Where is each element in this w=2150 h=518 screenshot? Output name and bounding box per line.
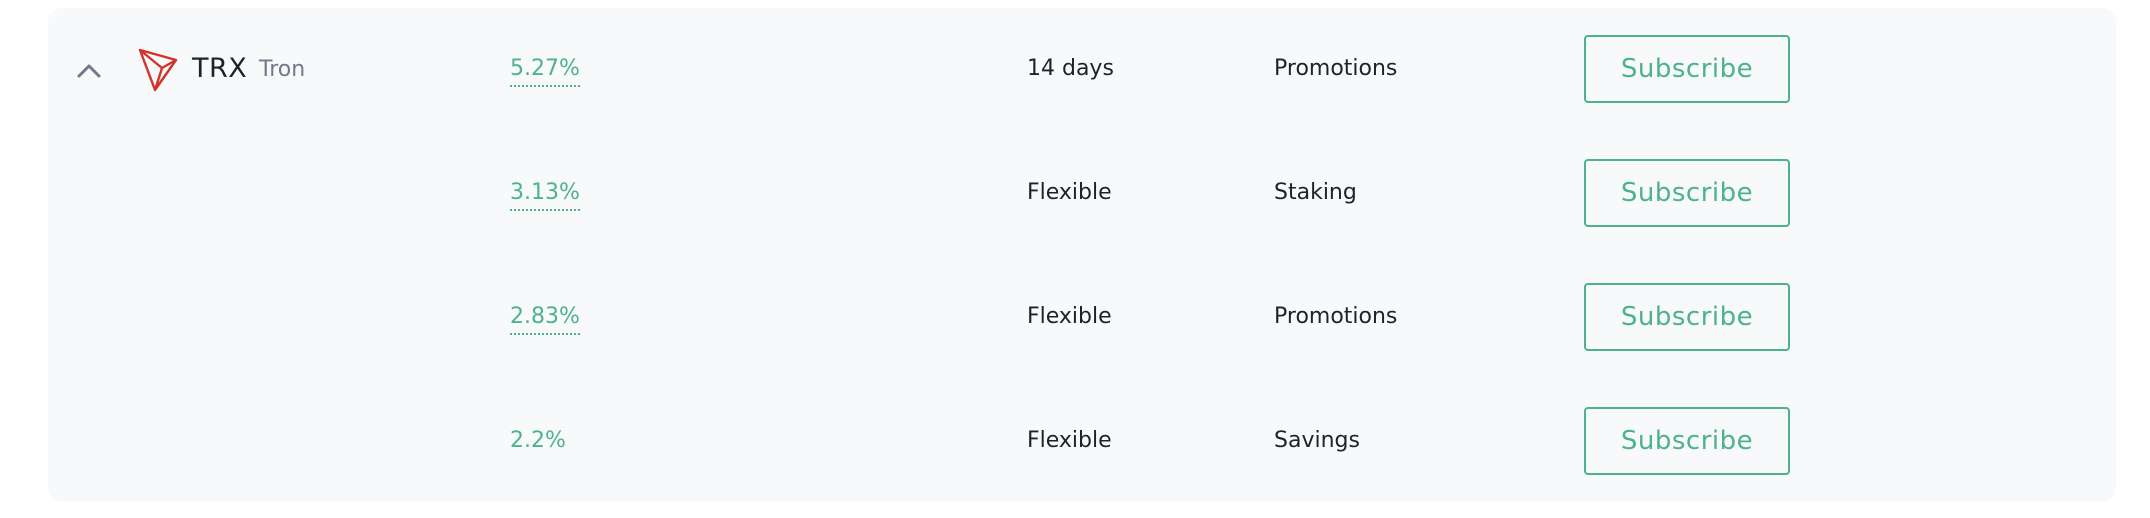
subscribe-button[interactable]: Subscribe [1584, 407, 1790, 475]
product-type: Staking [1274, 180, 1357, 205]
tron-logo-icon [138, 48, 178, 92]
duration-value: Flexible [1027, 428, 1112, 453]
product-type: Promotions [1274, 304, 1398, 329]
apy-value[interactable]: 5.27% [510, 54, 580, 87]
chevron-up-icon[interactable] [74, 60, 104, 80]
product-type: Promotions [1274, 56, 1398, 81]
product-row: 2.83% Flexible Promotions Subscribe [48, 256, 2116, 380]
product-card: TRX Tron 5.27% 14 days Promotions Subscr… [48, 8, 2116, 502]
product-row: 2.2% Flexible Savings Subscribe [48, 380, 2116, 504]
duration-value: Flexible [1027, 304, 1112, 329]
coin-symbol: TRX [192, 53, 248, 84]
subscribe-button[interactable]: Subscribe [1584, 35, 1790, 103]
product-row: TRX Tron 5.27% 14 days Promotions Subscr… [48, 8, 2116, 132]
duration-value: Flexible [1027, 180, 1112, 205]
product-row: 3.13% Flexible Staking Subscribe [48, 132, 2116, 256]
apy-value[interactable]: 2.83% [510, 302, 580, 335]
apy-value: 2.2% [510, 428, 566, 453]
subscribe-button[interactable]: Subscribe [1584, 283, 1790, 351]
subscribe-button[interactable]: Subscribe [1584, 159, 1790, 227]
duration-value: 14 days [1027, 56, 1114, 81]
coin-name: Tron [259, 57, 306, 82]
product-type: Savings [1274, 428, 1360, 453]
apy-value[interactable]: 3.13% [510, 178, 580, 211]
